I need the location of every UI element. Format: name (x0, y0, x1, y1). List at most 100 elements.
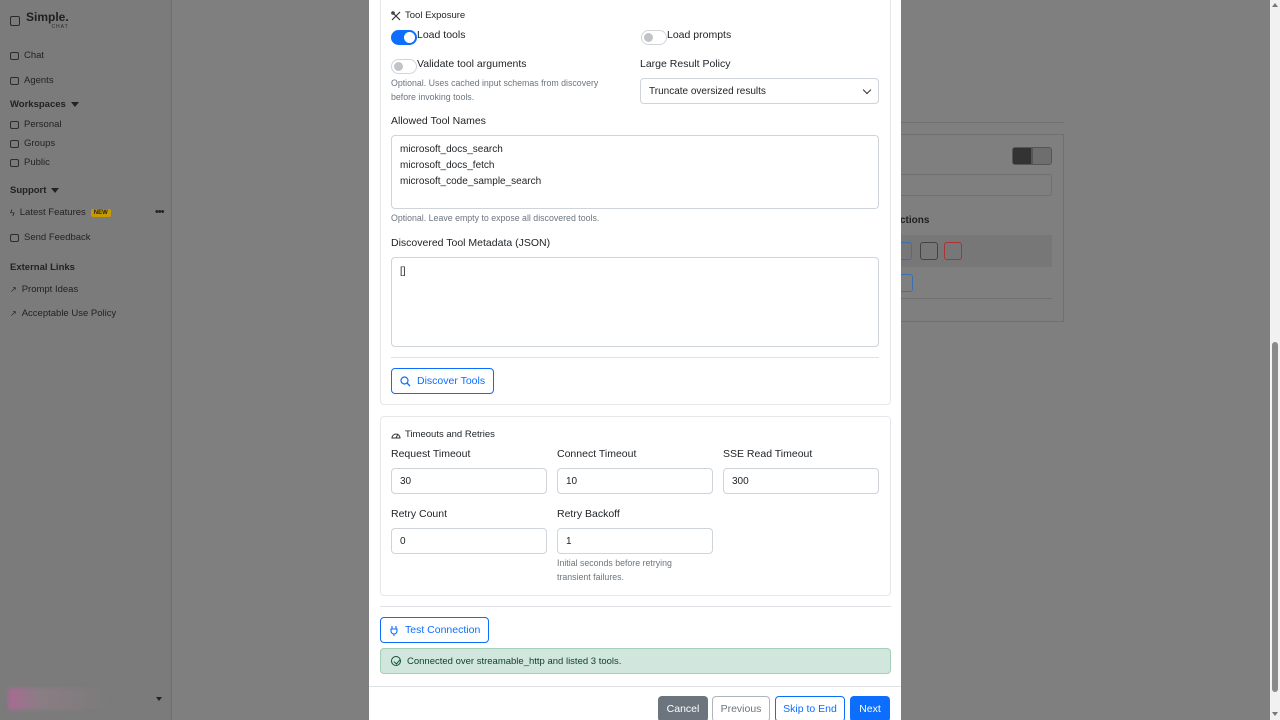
sidebar-item-label: Acceptable Use Policy (21, 308, 117, 319)
scroll-down-icon[interactable] (1272, 712, 1278, 716)
allowed-tool-names-textarea[interactable]: microsoft_docs_search microsoft_docs_fet… (391, 135, 879, 209)
background-actions-header: ctions (900, 215, 930, 226)
sidebar-section-label: Workspaces (10, 99, 66, 110)
button-label: Test Connection (405, 624, 481, 636)
cancel-button[interactable]: Cancel (658, 696, 708, 720)
allowed-tool-names-help: Optional. Leave empty to expose all disc… (391, 213, 600, 223)
background-divider (900, 122, 1064, 123)
sidebar-item-label: Latest Features (19, 207, 86, 218)
button-label: Discover Tools (417, 375, 486, 387)
chevron-down-icon (862, 85, 872, 94)
large-result-policy-select[interactable]: Truncate oversized results (640, 78, 879, 104)
sidebar-item-latest-features[interactable]: ϟ Latest Features NEW (10, 207, 111, 218)
divider (380, 606, 891, 607)
new-badge: NEW (90, 208, 111, 217)
retry-backoff-input[interactable]: 1 (557, 528, 713, 554)
footer-divider (369, 686, 901, 687)
sidebar-item-label: Public (24, 157, 50, 168)
search-icon (400, 375, 411, 386)
folder-icon (10, 120, 19, 129)
sidebar-section-label: External Links (10, 262, 75, 273)
feedback-icon (10, 233, 19, 242)
sidebar-toggle-icon[interactable] (10, 16, 20, 26)
edit-icon (920, 242, 938, 260)
speedometer-icon (391, 433, 401, 439)
robot-icon (10, 76, 19, 85)
grid-view-icon (1032, 147, 1052, 165)
background-divider (900, 298, 1052, 299)
brand-name: Simple. (26, 10, 69, 24)
sidebar-item-groups[interactable]: Groups (10, 138, 55, 149)
sidebar-item-send-feedback[interactable]: Send Feedback (10, 232, 91, 243)
connect-timeout-label: Connect Timeout (557, 448, 637, 460)
sidebar-item-agents[interactable]: Agents (10, 75, 54, 86)
sidebar-item-label: Agents (24, 75, 54, 86)
section-title: Timeouts and Retries (405, 429, 495, 440)
sidebar-item-public[interactable]: Public (10, 157, 50, 168)
previous-button[interactable]: Previous (712, 696, 770, 720)
sidebar-item-label: Chat (24, 50, 45, 61)
sidebar-item-prompt-ideas[interactable]: ↗ Prompt Ideas (10, 284, 78, 295)
view-icon (900, 242, 912, 260)
retry-backoff-label: Retry Backoff (557, 508, 620, 520)
load-tools-toggle[interactable] (391, 30, 417, 45)
retry-count-label: Retry Count (391, 508, 448, 520)
sidebar-section-support[interactable]: Support (10, 185, 60, 196)
discover-tools-button[interactable]: Discover Tools (391, 368, 495, 394)
delete-icon (944, 242, 962, 260)
skip-to-end-button[interactable]: Skip to End (775, 696, 845, 720)
retry-count-input[interactable]: 0 (391, 528, 547, 554)
validate-args-help: Optional. Uses cached input schemas from… (391, 78, 599, 102)
next-button[interactable]: Next (850, 696, 890, 720)
load-tools-label: Load tools (417, 29, 466, 41)
tool-metadata-textarea[interactable]: [] (391, 257, 879, 347)
sse-read-timeout-label: SSE Read Timeout (723, 448, 813, 460)
request-timeout-label: Request Timeout (391, 448, 471, 460)
request-timeout-input[interactable]: 30 (391, 468, 547, 494)
more-options-icon[interactable]: ••• (155, 206, 165, 218)
test-connection-button[interactable]: Test Connection (380, 617, 490, 643)
sidebar-section-workspaces[interactable]: Workspaces (10, 99, 79, 110)
sidebar-section-external-links: External Links (10, 262, 75, 273)
external-link-icon: ↗ (10, 285, 17, 294)
sidebar-item-label: Groups (24, 138, 56, 149)
user-menu-caret-icon[interactable] (156, 697, 162, 701)
timeouts-header: Timeouts and Retries (391, 429, 495, 440)
external-link-icon: ↗ (10, 309, 17, 318)
view-icon (900, 274, 913, 292)
sidebar: Simple. CHAT Chat Agents Workspaces Pers… (0, 0, 172, 720)
divider (391, 357, 879, 358)
sidebar-section-label: Support (10, 185, 47, 196)
sse-read-timeout-input[interactable]: 300 (723, 468, 879, 494)
view-toggle (1012, 147, 1052, 165)
sidebar-item-acceptable-use[interactable]: ↗ Acceptable Use Policy (10, 308, 116, 319)
load-prompts-toggle[interactable] (641, 30, 667, 45)
sidebar-item-label: Personal (24, 119, 62, 130)
status-message: Connected over streamable_http and liste… (407, 655, 622, 667)
folder-icon (10, 139, 19, 148)
brand-logo: Simple. CHAT (10, 10, 69, 30)
scroll-up-icon[interactable] (1272, 3, 1278, 7)
load-prompts-label: Load prompts (667, 29, 732, 41)
large-result-policy-label: Large Result Policy (640, 58, 731, 70)
list-view-icon (1012, 147, 1032, 165)
caret-down-icon (70, 102, 79, 107)
select-value: Truncate oversized results (649, 85, 766, 97)
scrollbar-thumb[interactable] (1272, 342, 1278, 692)
sidebar-item-personal[interactable]: Personal (10, 119, 62, 130)
tools-icon (391, 10, 401, 20)
validate-args-label: Validate tool arguments (417, 58, 527, 70)
chat-icon (10, 51, 19, 60)
brand-sub: CHAT (51, 24, 69, 30)
user-profile[interactable] (8, 688, 108, 710)
connect-timeout-input[interactable]: 10 (557, 468, 713, 494)
retry-backoff-help: Initial seconds before retrying transien… (557, 558, 672, 582)
plug-icon (390, 625, 398, 636)
sidebar-item-label: Send Feedback (24, 232, 91, 243)
tool-metadata-label: Discovered Tool Metadata (JSON) (391, 237, 551, 249)
caret-down-icon (51, 188, 60, 193)
sidebar-item-chat[interactable]: Chat (10, 50, 44, 61)
sidebar-item-label: Prompt Ideas (21, 284, 79, 295)
validate-args-toggle[interactable] (391, 59, 417, 74)
modal-dialog: Tool Exposure Load tools Load prompts Va… (369, 0, 901, 720)
